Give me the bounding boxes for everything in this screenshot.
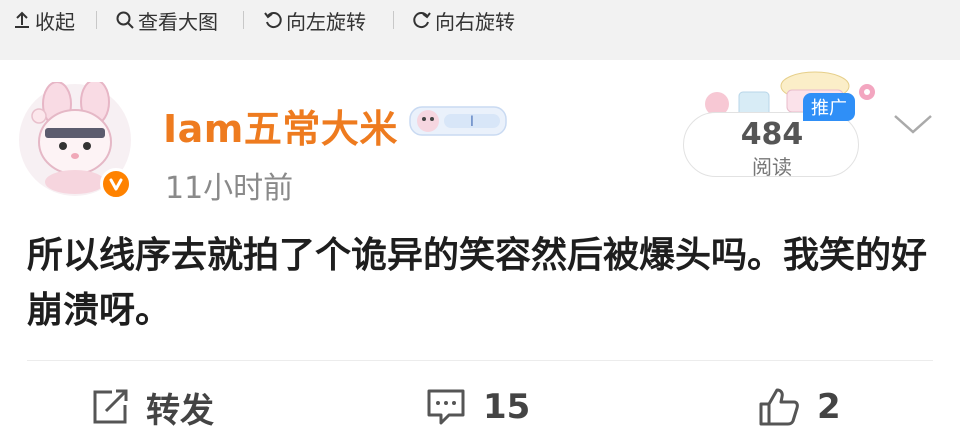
view-large-label: 查看大图: [138, 9, 218, 34]
svg-text:I: I: [470, 114, 474, 130]
like-count: 2: [817, 387, 841, 427]
collapse-button[interactable]: 收起: [12, 6, 75, 34]
collapse-label: 收起: [35, 9, 75, 34]
divider: [27, 360, 933, 361]
repost-button[interactable]: 转发: [90, 384, 214, 431]
rotate-right-label: 向右旋转: [435, 9, 515, 34]
member-badge-icon: I: [409, 106, 507, 136]
rotate-left-label: 向左旋转: [286, 9, 366, 34]
rotate-right-icon: [413, 12, 431, 29]
rotate-left-icon: [264, 12, 282, 29]
view-large-button[interactable]: 查看大图: [115, 6, 218, 34]
image-toolbar: 收起 查看大图 向左旋转 向右旋转: [0, 0, 960, 40]
rotate-right-button[interactable]: 向右旋转: [412, 6, 515, 34]
username[interactable]: Iam五常大米: [163, 98, 398, 153]
post-time: 11小时前: [165, 171, 294, 206]
collapse-arrow-icon: [15, 11, 29, 28]
comment-button[interactable]: 15: [425, 384, 530, 430]
promo-tag: 推广: [803, 93, 855, 121]
verified-icon: [100, 168, 132, 200]
repost-icon: [93, 389, 128, 424]
toolbar-divider: [393, 11, 394, 29]
post-card: Iam五常大米 I 11小时前 484 阅读 推广 所以线序去就拍了个诡异的笑容…: [0, 60, 960, 448]
like-button[interactable]: 2: [757, 384, 841, 430]
search-icon: [116, 11, 134, 29]
post-content: 所以线序去就拍了个诡异的笑容然后被爆头吗。我笑的好崩溃呀。: [27, 235, 928, 331]
read-count-pill: 484 阅读: [683, 112, 859, 179]
read-label: 阅读: [752, 155, 792, 179]
toolbar-divider: [243, 11, 244, 29]
toolbar-divider: [96, 11, 97, 29]
chevron-down-icon[interactable]: [891, 110, 935, 140]
repost-label: 转发: [146, 390, 214, 431]
comment-icon: [427, 389, 465, 425]
read-count: 484: [740, 117, 804, 152]
comment-count: 15: [483, 387, 531, 427]
like-icon: [759, 388, 799, 426]
rotate-left-button[interactable]: 向左旋转: [263, 6, 366, 34]
